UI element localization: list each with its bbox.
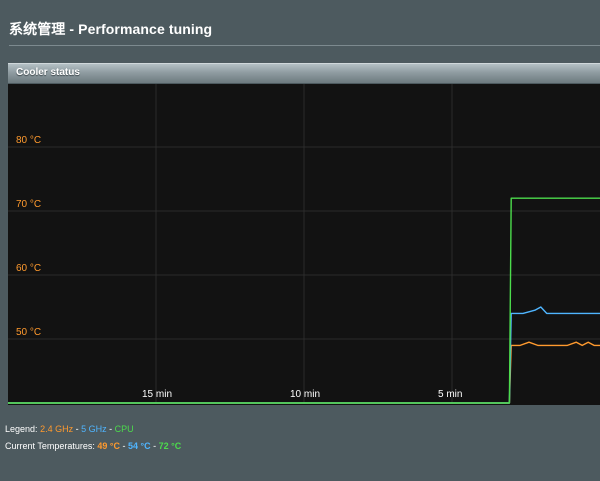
x-tick-label: 10 min: [290, 389, 320, 400]
panel-header-label: Cooler status: [16, 67, 80, 78]
y-tick-label: 70 °C: [16, 199, 41, 210]
temperature-cpu: 72 °C: [158, 441, 182, 451]
x-tick-label: 15 min: [142, 389, 172, 400]
y-tick-label: 60 °C: [16, 263, 41, 274]
y-tick-label: 80 °C: [16, 135, 41, 146]
legend-item-2-4ghz: 2.4 GHz: [40, 424, 74, 434]
title-divider: [9, 45, 600, 46]
page-title: 系统管理 - Performance tuning: [9, 21, 213, 37]
legend-row: Legend: 2.4 GHz - 5 GHz - CPU: [5, 424, 134, 434]
temperature-2-4ghz: 49 °C: [97, 441, 121, 451]
cooler-status-panel-header: Cooler status: [8, 63, 600, 83]
x-tick-label: 5 min: [438, 389, 462, 400]
temperature-5ghz: 54 °C: [128, 441, 151, 451]
current-temperatures-row: Current Temperatures: 49 °C - 54 °C - 72…: [5, 441, 181, 451]
temperatures-prefix: Current Temperatures:: [5, 441, 95, 451]
cooler-status-chart: 50 °C 60 °C 70 °C 80 °C 15 min 10 min 5 min: [8, 84, 600, 405]
legend-prefix: Legend:: [5, 424, 38, 434]
legend-item-cpu: CPU: [114, 424, 134, 434]
y-tick-label: 50 °C: [16, 327, 41, 338]
legend-item-5ghz: 5 GHz: [81, 424, 107, 434]
